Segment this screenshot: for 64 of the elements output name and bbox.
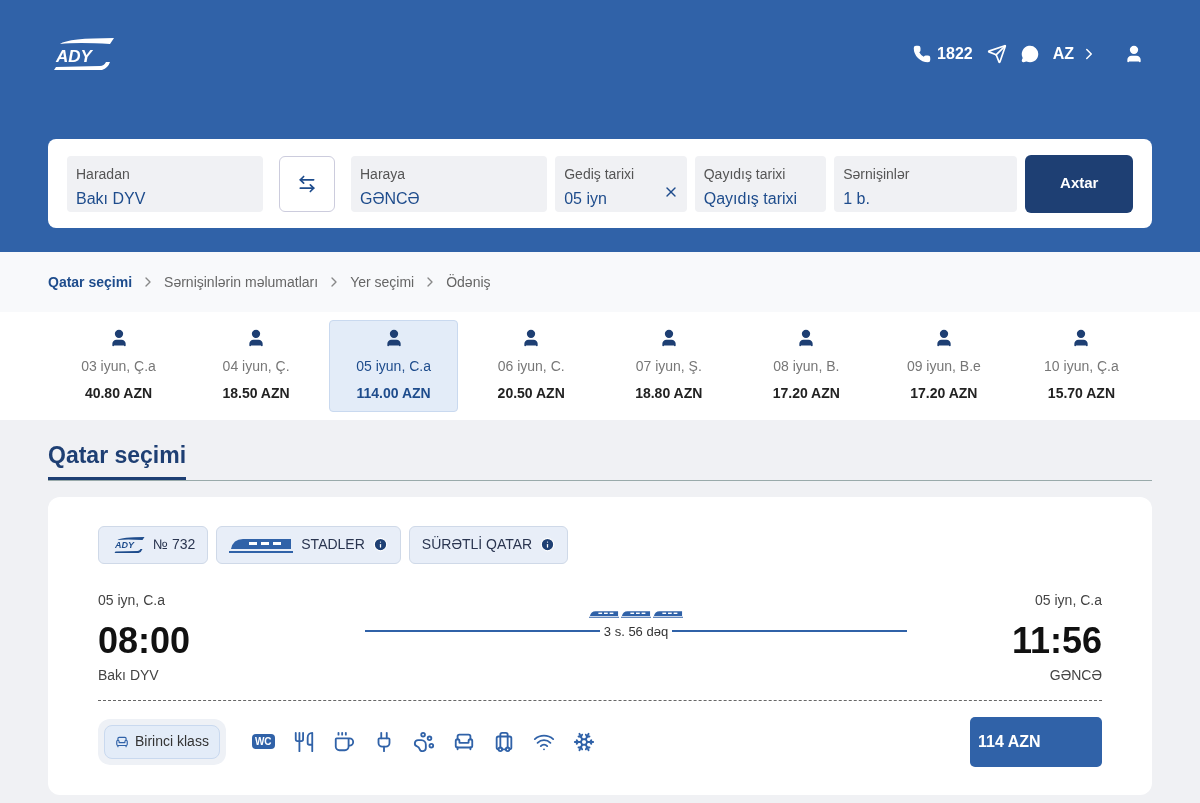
date-label: 03 iyun, Ç.a [81, 357, 156, 376]
search-field[interactable]: Gediş tarixi 05 iyn [555, 155, 687, 212]
date-label: 06 iyun, C. [497, 357, 565, 376]
date-label: 09 iyun, B.e [906, 357, 981, 376]
breadcrumb-item[interactable]: Yer seçimi [350, 271, 415, 293]
snowflake-icon [572, 730, 595, 753]
date-label: 04 iyun, Ç. [222, 357, 290, 376]
info-icon[interactable] [540, 537, 556, 552]
date-option[interactable]: 04 iyun, Ç. 18.50 AZN [191, 320, 321, 412]
departure-date: 05 iyn, C.a [98, 590, 166, 610]
badge-text: STADLER [301, 535, 365, 554]
date-label: 07 iyun, Ş. [635, 357, 702, 376]
date-option[interactable]: 07 iyun, Ş. 18.80 AZN [604, 320, 734, 412]
seat-icon [115, 734, 129, 749]
date-option[interactable]: 10 iyun, Ç.a 15.70 AZN [1016, 320, 1146, 412]
train-icon [229, 536, 294, 553]
date-price: 18.50 AZN [222, 384, 290, 403]
info-icon[interactable] [372, 537, 388, 552]
search-field[interactable]: Sərnişinlər 1 b. [834, 155, 1018, 212]
date-price: 114.00 AZN [356, 384, 431, 403]
telegram-icon[interactable] [986, 44, 1007, 64]
search-field[interactable]: Haraya GƏNCƏ [351, 155, 548, 212]
badge-text: № 732 [153, 535, 196, 554]
departure-time: 08:00 [98, 618, 191, 663]
date-price: 15.70 AZN [1047, 384, 1116, 403]
chat-icon[interactable] [1020, 45, 1039, 63]
price-button[interactable]: 114 AZN [970, 716, 1102, 767]
cup-icon [332, 730, 355, 753]
search-field[interactable]: Qayıdış tarixi Qayıdış tarixi [694, 155, 827, 212]
language-selector[interactable]: AZ [1052, 42, 1098, 66]
class-badge[interactable]: Birinci klass [104, 724, 220, 759]
breadcrumb-item[interactable]: Sərnişinlərin məlumatları [164, 271, 319, 293]
cutlery-icon [292, 730, 315, 753]
travel-duration: 3 s. 56 dəq [603, 622, 669, 641]
date-label: 10 iyun, Ç.a [1044, 357, 1119, 376]
swap-button[interactable] [279, 155, 335, 212]
date-price: 40.80 AZN [84, 384, 153, 403]
wc-icon: WC [251, 734, 275, 749]
date-price: 17.20 AZN [910, 384, 978, 403]
phone-number[interactable]: 1822 [937, 42, 973, 66]
departure-station: Bakı DYV [98, 665, 160, 685]
user-icon[interactable] [1124, 44, 1144, 64]
date-option[interactable]: 06 iyun, C. 20.50 AZN [466, 320, 596, 412]
phone-icon[interactable] [913, 45, 932, 63]
date-option[interactable]: 03 iyun, Ç.a 40.80 AZN [54, 320, 183, 412]
arrival-time: 11:56 [1011, 618, 1102, 663]
breadcrumb-item[interactable]: Ödəniş [446, 271, 491, 293]
search-field[interactable]: Haradan Bakı DYV [67, 155, 264, 212]
arrival-station: GƏNCƏ [1049, 665, 1102, 685]
date-label: 08 iyun, B. [773, 357, 840, 376]
date-label: 05 iyun, C.a [356, 357, 431, 376]
section-title: Qatar seçimi [48, 438, 187, 480]
date-input[interactable]: Qayıdış tarixi [703, 186, 818, 211]
badge-text: SÜRƏTLİ QATAR [421, 535, 533, 554]
paw-icon [412, 730, 435, 753]
breadcrumb-item[interactable]: Qatar seçimi [48, 271, 133, 293]
date-price: 17.20 AZN [772, 384, 840, 403]
search-button[interactable]: Axtar [1025, 154, 1133, 213]
date-price: 18.80 AZN [635, 384, 703, 403]
date-price: 20.50 AZN [497, 384, 565, 403]
date-option[interactable]: 09 iyun, B.e 17.20 AZN [879, 320, 1009, 412]
arrival-date: 05 iyn, C.a [1035, 590, 1102, 610]
date-option[interactable]: 05 iyun, C.a 114.00 AZN [329, 320, 459, 412]
date-option[interactable]: 08 iyun, B. 17.20 AZN [741, 320, 871, 412]
